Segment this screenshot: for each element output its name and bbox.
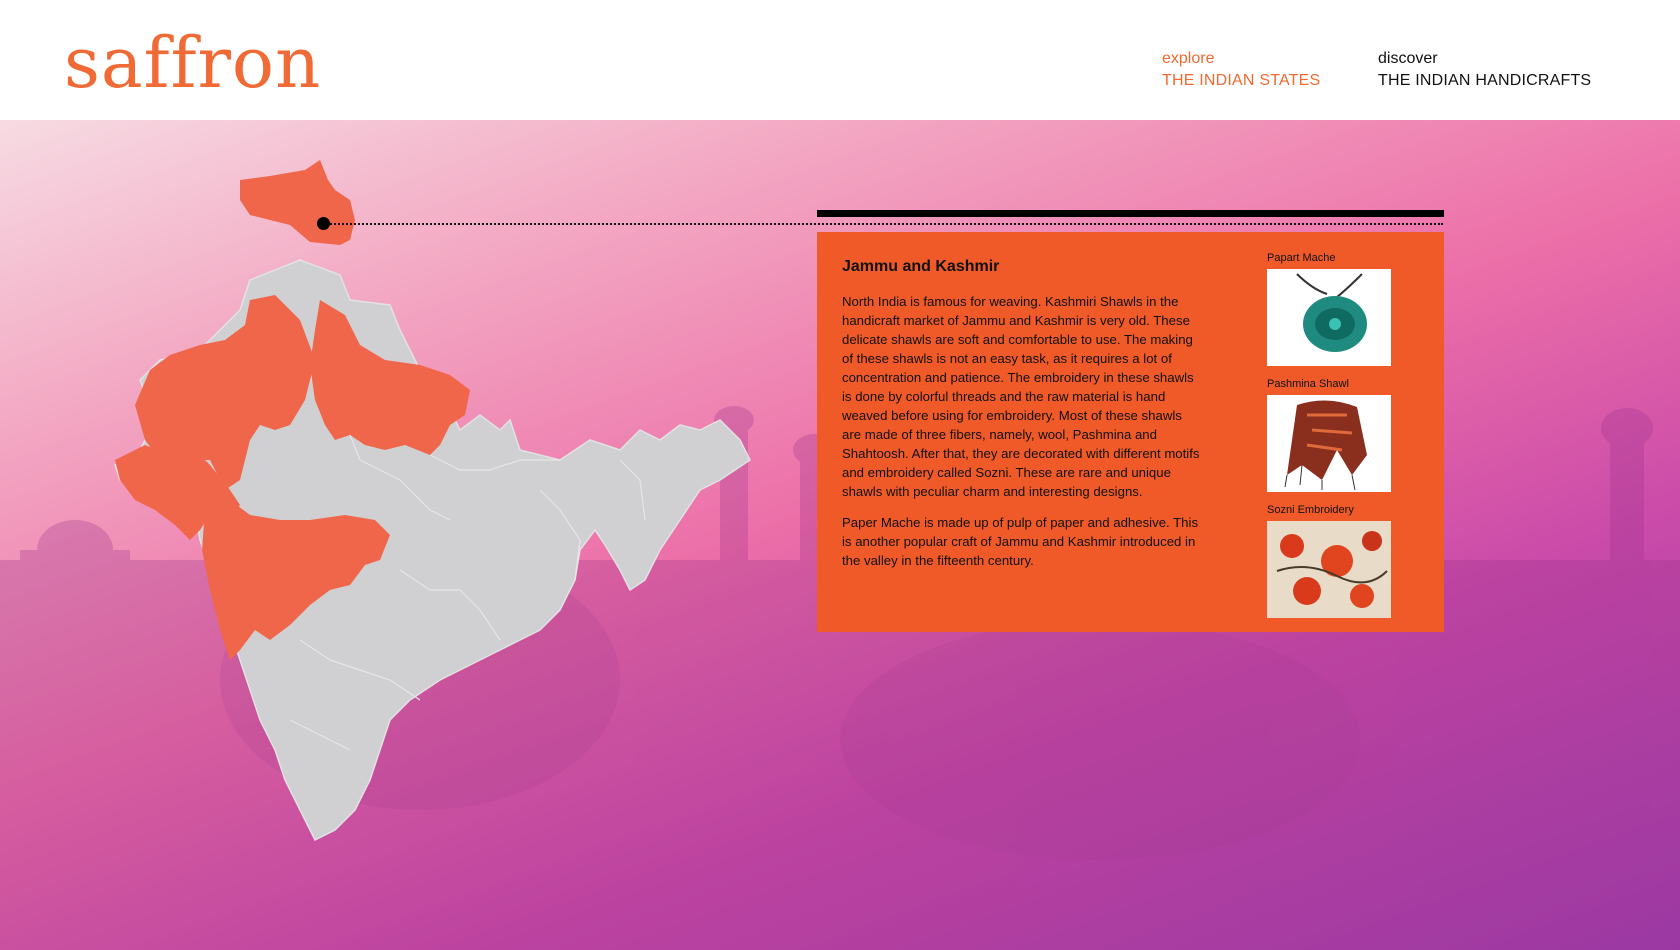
panel-top-bar bbox=[817, 210, 1444, 217]
state-leader-line bbox=[323, 223, 1443, 225]
nav-states-label: THE INDIAN STATES bbox=[1162, 72, 1321, 89]
handicraft-list: Papart Mache Pashmina Shawl Sozni Embroi… bbox=[1267, 252, 1397, 630]
nav-discover-handicrafts[interactable]: discover THE INDIAN HANDICRAFTS bbox=[1378, 48, 1591, 92]
india-map bbox=[114, 160, 751, 842]
paper-mache-pendant-image[interactable] bbox=[1267, 269, 1391, 366]
header: saffron explore THE INDIAN STATES discov… bbox=[0, 0, 1680, 120]
handicraft-label: Papart Mache bbox=[1267, 252, 1336, 264]
sozni-embroidery-image[interactable] bbox=[1267, 521, 1391, 618]
map-state-jammu-kashmir[interactable] bbox=[240, 160, 355, 245]
state-description-paragraph: North India is famous for weaving. Kashm… bbox=[842, 294, 1200, 499]
state-description-paragraph: Paper Mache is made up of pulp of paper … bbox=[842, 515, 1199, 568]
nav-explore-states[interactable]: explore THE INDIAN STATES bbox=[1162, 48, 1320, 92]
state-description: North India is famous for weaving. Kashm… bbox=[842, 292, 1202, 570]
handicraft-item-paper-mache[interactable]: Papart Mache bbox=[1267, 252, 1397, 366]
handicraft-label: Sozni Embroidery bbox=[1267, 504, 1354, 516]
handicraft-item-sozni-embroidery[interactable]: Sozni Embroidery bbox=[1267, 504, 1397, 618]
nav-handicrafts-label: THE INDIAN HANDICRAFTS bbox=[1378, 72, 1592, 89]
state-info-panel: Jammu and Kashmir North India is famous … bbox=[817, 232, 1444, 632]
saffron-logo[interactable]: saffron bbox=[64, 22, 321, 104]
nav-explore-label: explore bbox=[1162, 50, 1215, 67]
selected-state-marker[interactable] bbox=[317, 217, 330, 230]
handicraft-item-pashmina-shawl[interactable]: Pashmina Shawl bbox=[1267, 378, 1397, 492]
nav-discover-label: discover bbox=[1378, 50, 1438, 67]
pashmina-shawl-image[interactable] bbox=[1267, 395, 1391, 492]
handicraft-label: Pashmina Shawl bbox=[1267, 378, 1349, 390]
